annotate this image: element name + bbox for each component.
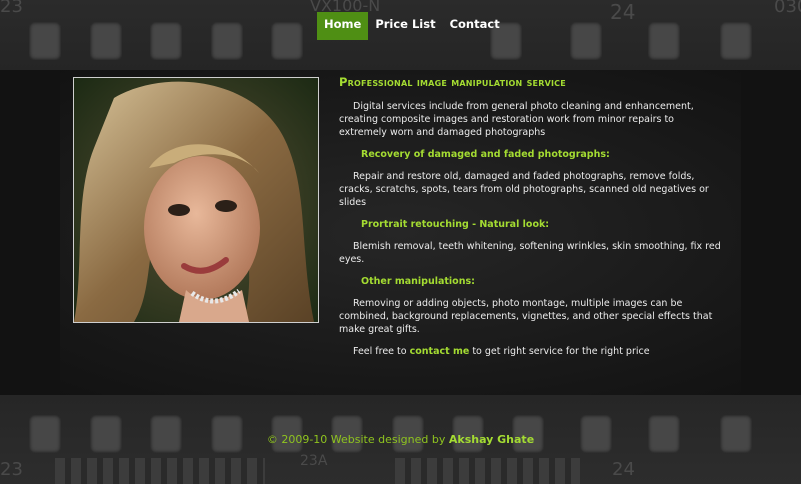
film-barcode [55, 458, 265, 484]
portrait-photo [73, 77, 319, 323]
main-content: Professional image manipulation service … [339, 76, 724, 367]
left-shade [0, 70, 60, 395]
film-edge-code: 23A [300, 453, 328, 469]
film-edge-code: 23 [0, 459, 23, 480]
section-text: Repair and restore old, damaged and fade… [339, 171, 709, 208]
footer-copyright: © 2009-10 Website designed by [266, 433, 449, 446]
section-text: Blemish removal, teeth whitening, soften… [339, 241, 721, 265]
page-title: Professional image manipulation service [339, 75, 566, 89]
cta-paragraph: Feel free to contact me to get right ser… [339, 345, 724, 358]
section-heading: Other manipulations: [361, 276, 475, 287]
section-heading: Prortrait retouching - Natural look: [361, 219, 550, 230]
portrait-illustration [74, 78, 318, 322]
film-sprocket-hole [271, 22, 303, 60]
film-sprocket-hole [570, 22, 602, 60]
contact-me-link[interactable]: contact me [410, 346, 470, 357]
film-sprocket-hole [211, 22, 243, 60]
nav-contact[interactable]: Contact [443, 12, 507, 40]
film-edge-code: 24 [612, 459, 635, 480]
film-edge-code: 030 [774, 0, 801, 17]
nav-home[interactable]: Home [317, 12, 369, 40]
cta-prefix: Feel free to [353, 346, 410, 357]
film-sprocket-hole [90, 22, 122, 60]
film-sprocket-hole [720, 22, 752, 60]
right-shade [741, 70, 801, 395]
film-edge-code: 23 [0, 0, 23, 17]
section-text: Removing or adding objects, photo montag… [339, 298, 713, 335]
main-nav: Home Price List Contact [317, 12, 507, 40]
film-edge-code: 24 [610, 0, 636, 24]
nav-price-list[interactable]: Price List [368, 12, 442, 40]
film-sprocket-hole [150, 22, 182, 60]
cta-suffix: to get right service for the right price [469, 346, 650, 357]
footer-author: Akshay Ghate [448, 433, 535, 446]
film-barcode [395, 458, 580, 484]
footer: © 2009-10 Website designed by Akshay Gha… [0, 433, 801, 446]
film-sprocket-hole [29, 22, 61, 60]
section-heading: Recovery of damaged and faded photograph… [361, 149, 610, 160]
intro-paragraph: Digital services include from general ph… [339, 101, 694, 138]
film-sprocket-hole [648, 22, 680, 60]
